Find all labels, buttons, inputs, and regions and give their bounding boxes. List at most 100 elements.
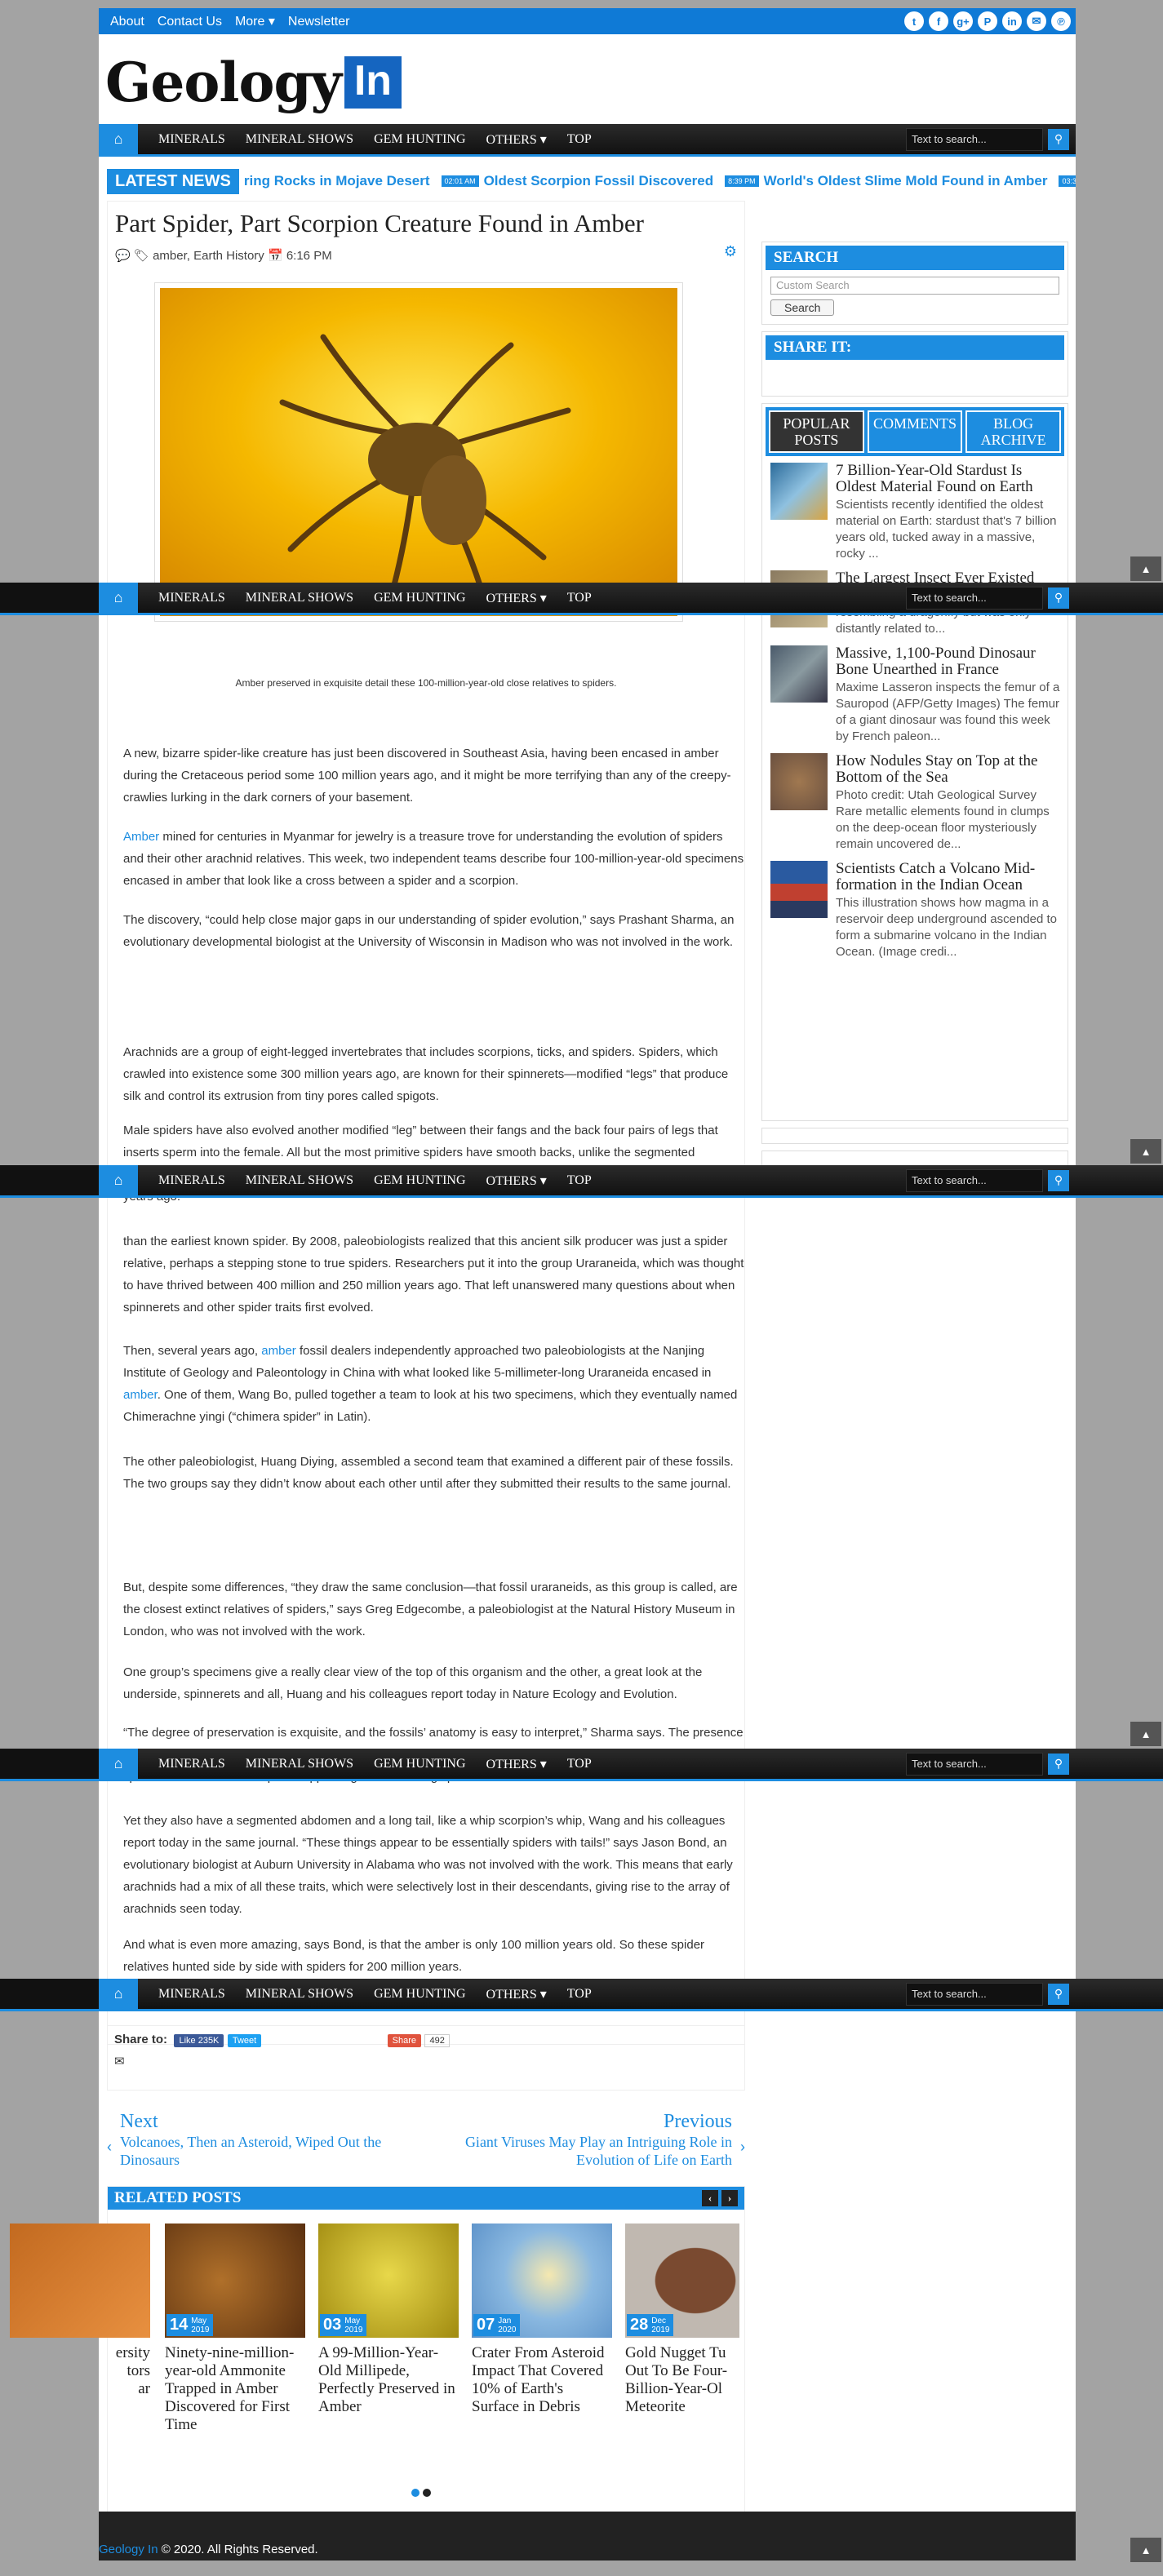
menu-mineral-shows[interactable]: MINERAL SHOWS — [246, 591, 353, 605]
scroll-top-icon[interactable]: ▲ — [1130, 1722, 1161, 1746]
post-title[interactable]: 7 Billion-Year-Old Stardust Is Oldest Ma… — [836, 463, 1064, 495]
menu-gem-hunting[interactable]: GEM HUNTING — [374, 1757, 465, 1771]
ticker-item[interactable]: World's Oldest Slime Mold Found in Amber — [764, 173, 1048, 189]
facebook-like-button[interactable]: Like 235K — [174, 2034, 224, 2047]
home-icon[interactable]: ⌂ — [99, 124, 138, 154]
menu-search-input[interactable]: Text to search... — [906, 1982, 1043, 2006]
amber-link[interactable]: amber — [261, 1344, 296, 1358]
carousel-dot[interactable] — [411, 2489, 419, 2497]
menu-gem-hunting[interactable]: GEM HUNTING — [374, 1173, 465, 1188]
amber-link[interactable]: Amber — [123, 830, 159, 844]
share-widget: SHARE IT: — [761, 331, 1068, 397]
menu-mineral-shows[interactable]: MINERAL SHOWS — [246, 1173, 353, 1188]
custom-search-input[interactable]: Custom Search — [770, 277, 1059, 295]
search-icon[interactable]: ⚲ — [1048, 1753, 1069, 1775]
menu-others[interactable]: OTHERS ▾ — [486, 1756, 547, 1772]
site-logo[interactable]: Geology In — [105, 51, 402, 114]
menu-others[interactable]: OTHERS ▾ — [486, 1173, 547, 1189]
menu-top[interactable]: TOP — [567, 132, 592, 147]
email-share-icon[interactable]: ✉ — [114, 2054, 738, 2068]
linkedin-icon[interactable]: in — [1002, 11, 1022, 31]
nav-more-link[interactable]: More ▾ — [235, 15, 275, 29]
home-icon[interactable]: ⌂ — [99, 1749, 138, 1779]
post-title[interactable]: How Nodules Stay on Top at the Bottom of… — [836, 753, 1064, 786]
menu-others[interactable]: OTHERS ▾ — [486, 1986, 547, 2002]
list-item[interactable]: Massive, 1,100-Pound Dinosaur Bone Unear… — [770, 645, 1064, 745]
carousel-dot[interactable] — [423, 2489, 431, 2497]
home-icon[interactable]: ⌂ — [99, 1979, 138, 2009]
previous-title[interactable]: Giant Viruses May Play an Intriguing Rol… — [414, 2133, 732, 2169]
related-card[interactable]: 28 Dec 2019 Gold Nugget Tu Out To Be Four-… — [625, 2224, 739, 2416]
menu-top[interactable]: TOP — [567, 591, 592, 605]
home-icon[interactable]: ⌂ — [99, 583, 138, 613]
pinterest-alt-icon[interactable]: ℗ — [1051, 11, 1071, 31]
nav-newsletter-link[interactable]: Newsletter — [288, 15, 350, 29]
menu-search-input[interactable]: Text to search... — [906, 1752, 1043, 1776]
previous-post-link[interactable]: Previous Giant Viruses May Play an Intri… — [414, 2111, 732, 2169]
related-title[interactable]: A 99-Million-Year-Old Millipede, Perfect… — [318, 2344, 459, 2416]
menu-minerals[interactable]: MINERALS — [158, 1173, 225, 1188]
menu-minerals[interactable]: MINERALS — [158, 1987, 225, 2002]
tab-popular-posts[interactable]: POPULAR POSTS — [769, 410, 864, 453]
scroll-top-icon[interactable]: ▲ — [1130, 556, 1161, 581]
search-button[interactable]: Search — [770, 299, 835, 316]
list-item[interactable]: How Nodules Stay on Top at the Bottom of… — [770, 753, 1064, 853]
menu-top[interactable]: TOP — [567, 1987, 592, 2002]
search-icon[interactable]: ⚲ — [1048, 587, 1069, 609]
carousel-next-icon[interactable]: › — [721, 2190, 738, 2206]
search-icon[interactable]: ⚲ — [1048, 128, 1069, 150]
ticker-item[interactable]: Oldest Scorpion Fossil Discovered — [484, 173, 714, 189]
footer-brand-link[interactable]: Geology In — [99, 2543, 158, 2556]
search-icon[interactable]: ⚲ — [1048, 1169, 1069, 1191]
email-icon[interactable]: ✉ — [1027, 11, 1046, 31]
menu-top[interactable]: TOP — [567, 1757, 592, 1771]
next-post-link[interactable]: Next Volcanoes, Then an Asteroid, Wiped … — [120, 2111, 414, 2169]
carousel-prev-icon[interactable]: ‹ — [702, 2190, 718, 2206]
related-title[interactable]: Ninety-nine-million-year-old Ammonite Tr… — [165, 2344, 305, 2434]
related-title[interactable]: Gold Nugget Tu Out To Be Four- Billion-Y… — [625, 2344, 739, 2416]
menu-mineral-shows[interactable]: MINERAL SHOWS — [246, 132, 353, 147]
menu-minerals[interactable]: MINERALS — [158, 132, 225, 147]
list-item[interactable]: Scientists Catch a Volcano Mid-formation… — [770, 861, 1064, 960]
menu-mineral-shows[interactable]: MINERAL SHOWS — [246, 1757, 353, 1771]
post-title[interactable]: Scientists Catch a Volcano Mid-formation… — [836, 861, 1064, 893]
related-title[interactable]: ersity tors ar — [10, 2344, 150, 2398]
related-card[interactable]: 14 May 2019 Ninety-nine-million-year-old A… — [165, 2224, 305, 2434]
menu-minerals[interactable]: MINERALS — [158, 591, 225, 605]
google-plus-icon[interactable]: g+ — [953, 11, 973, 31]
next-title[interactable]: Volcanoes, Then an Asteroid, Wiped Out t… — [120, 2133, 414, 2169]
menu-mineral-shows[interactable]: MINERAL SHOWS — [246, 1987, 353, 2002]
amber-link[interactable]: amber — [123, 1388, 158, 1402]
search-icon[interactable]: ⚲ — [1048, 1983, 1069, 2005]
menu-others[interactable]: OTHERS ▾ — [486, 131, 547, 148]
menu-gem-hunting[interactable]: GEM HUNTING — [374, 132, 465, 147]
home-icon[interactable]: ⌂ — [99, 1165, 138, 1195]
scroll-top-icon[interactable]: ▲ — [1130, 1139, 1161, 1164]
related-card[interactable]: 03 May 2019 A 99-Million-Year-Old Milliped… — [318, 2224, 459, 2416]
menu-others[interactable]: OTHERS ▾ — [486, 590, 547, 606]
menu-search-input[interactable]: Text to search... — [906, 1168, 1043, 1192]
list-item[interactable]: 7 Billion-Year-Old Stardust Is Oldest Ma… — [770, 463, 1064, 562]
menu-search-input[interactable]: Text to search... — [906, 127, 1043, 151]
ticker-item[interactable]: ring Rocks in Mojave Desert — [244, 173, 430, 189]
menu-search-input[interactable]: Text to search... — [906, 586, 1043, 610]
menu-top[interactable]: TOP — [567, 1173, 592, 1188]
related-card[interactable]: ersity tors ar — [10, 2224, 150, 2398]
scroll-top-icon[interactable]: ▲ — [1130, 2538, 1161, 2562]
related-card[interactable]: 07 Jan 2020 Crater From Asteroid Impact Th… — [472, 2224, 612, 2416]
menu-minerals[interactable]: MINERALS — [158, 1757, 225, 1771]
tab-comments[interactable]: COMMENTS — [867, 410, 963, 453]
share-button[interactable]: Share — [387, 2034, 422, 2047]
related-title[interactable]: Crater From Asteroid Impact That Covered… — [472, 2344, 612, 2416]
tab-blog-archive[interactable]: BLOG ARCHIVE — [965, 410, 1062, 453]
menu-gem-hunting[interactable]: GEM HUNTING — [374, 591, 465, 605]
tweet-button[interactable]: Tweet — [227, 2034, 262, 2047]
twitter-icon[interactable]: t — [904, 11, 924, 31]
pinterest-icon[interactable]: P — [978, 11, 997, 31]
settings-icon[interactable]: ⚙ — [724, 243, 737, 260]
facebook-icon[interactable]: f — [929, 11, 948, 31]
menu-gem-hunting[interactable]: GEM HUNTING — [374, 1987, 465, 2002]
post-title[interactable]: Massive, 1,100-Pound Dinosaur Bone Unear… — [836, 645, 1064, 678]
nav-contact-link[interactable]: Contact Us — [158, 15, 222, 29]
nav-about-link[interactable]: About — [110, 15, 144, 29]
